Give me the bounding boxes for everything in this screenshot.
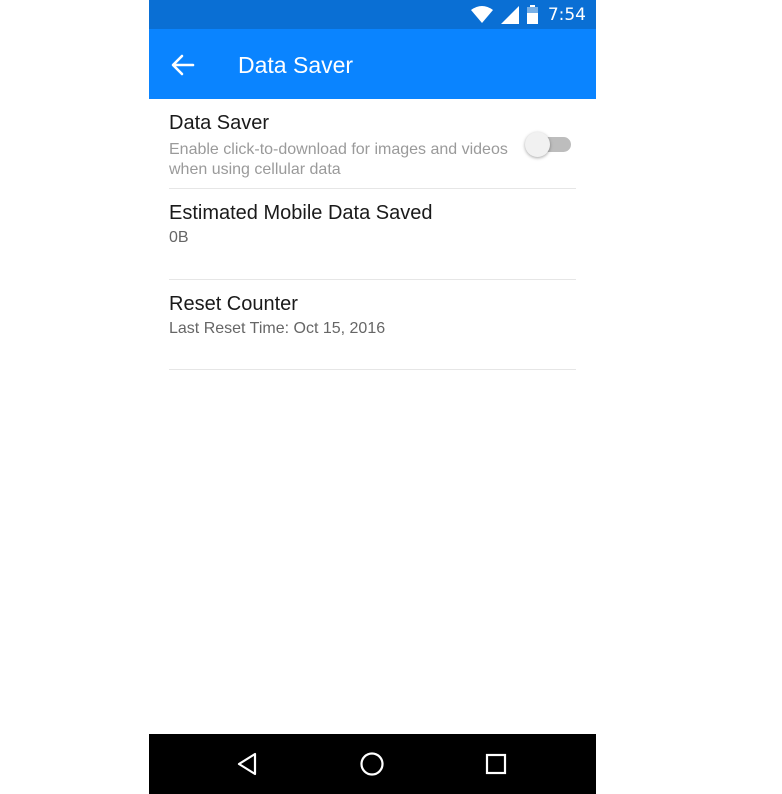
settings-list: Data Saver Enable click-to-download for … [149,99,596,370]
wifi-icon [470,6,493,23]
back-triangle-icon[interactable] [233,749,263,779]
back-arrow-icon[interactable] [169,51,197,79]
recents-square-icon[interactable] [481,749,511,779]
data-saver-description: Enable click-to-download for images and … [169,141,508,178]
navigation-bar [149,734,596,794]
estimated-saved-title: Estimated Mobile Data Saved [169,202,433,224]
estimated-saved-value: 0B [169,229,189,246]
cell-signal-icon [500,5,519,24]
status-time: 7:54 [547,4,586,25]
reset-counter-setting[interactable]: Reset Counter Last Reset Time: Oct 15, 2… [169,280,576,370]
battery-icon [526,5,538,24]
data-saver-toggle[interactable] [525,132,571,157]
status-icons: 7:54 [470,0,586,29]
home-circle-icon[interactable] [357,749,387,779]
reset-counter-subtitle: Last Reset Time: Oct 15, 2016 [169,320,386,337]
reset-counter-title: Reset Counter [169,293,298,315]
phone-screen: 7:54 Data Saver Data Saver Enable click-… [149,0,596,794]
status-bar: 7:54 [149,0,596,29]
data-saver-setting[interactable]: Data Saver Enable click-to-download for … [169,99,576,189]
estimated-data-saved-setting[interactable]: Estimated Mobile Data Saved 0B [169,189,576,280]
toggle-thumb [525,132,550,157]
app-bar: Data Saver [149,29,596,99]
page-title: Data Saver [238,52,354,78]
data-saver-title: Data Saver [169,112,270,134]
